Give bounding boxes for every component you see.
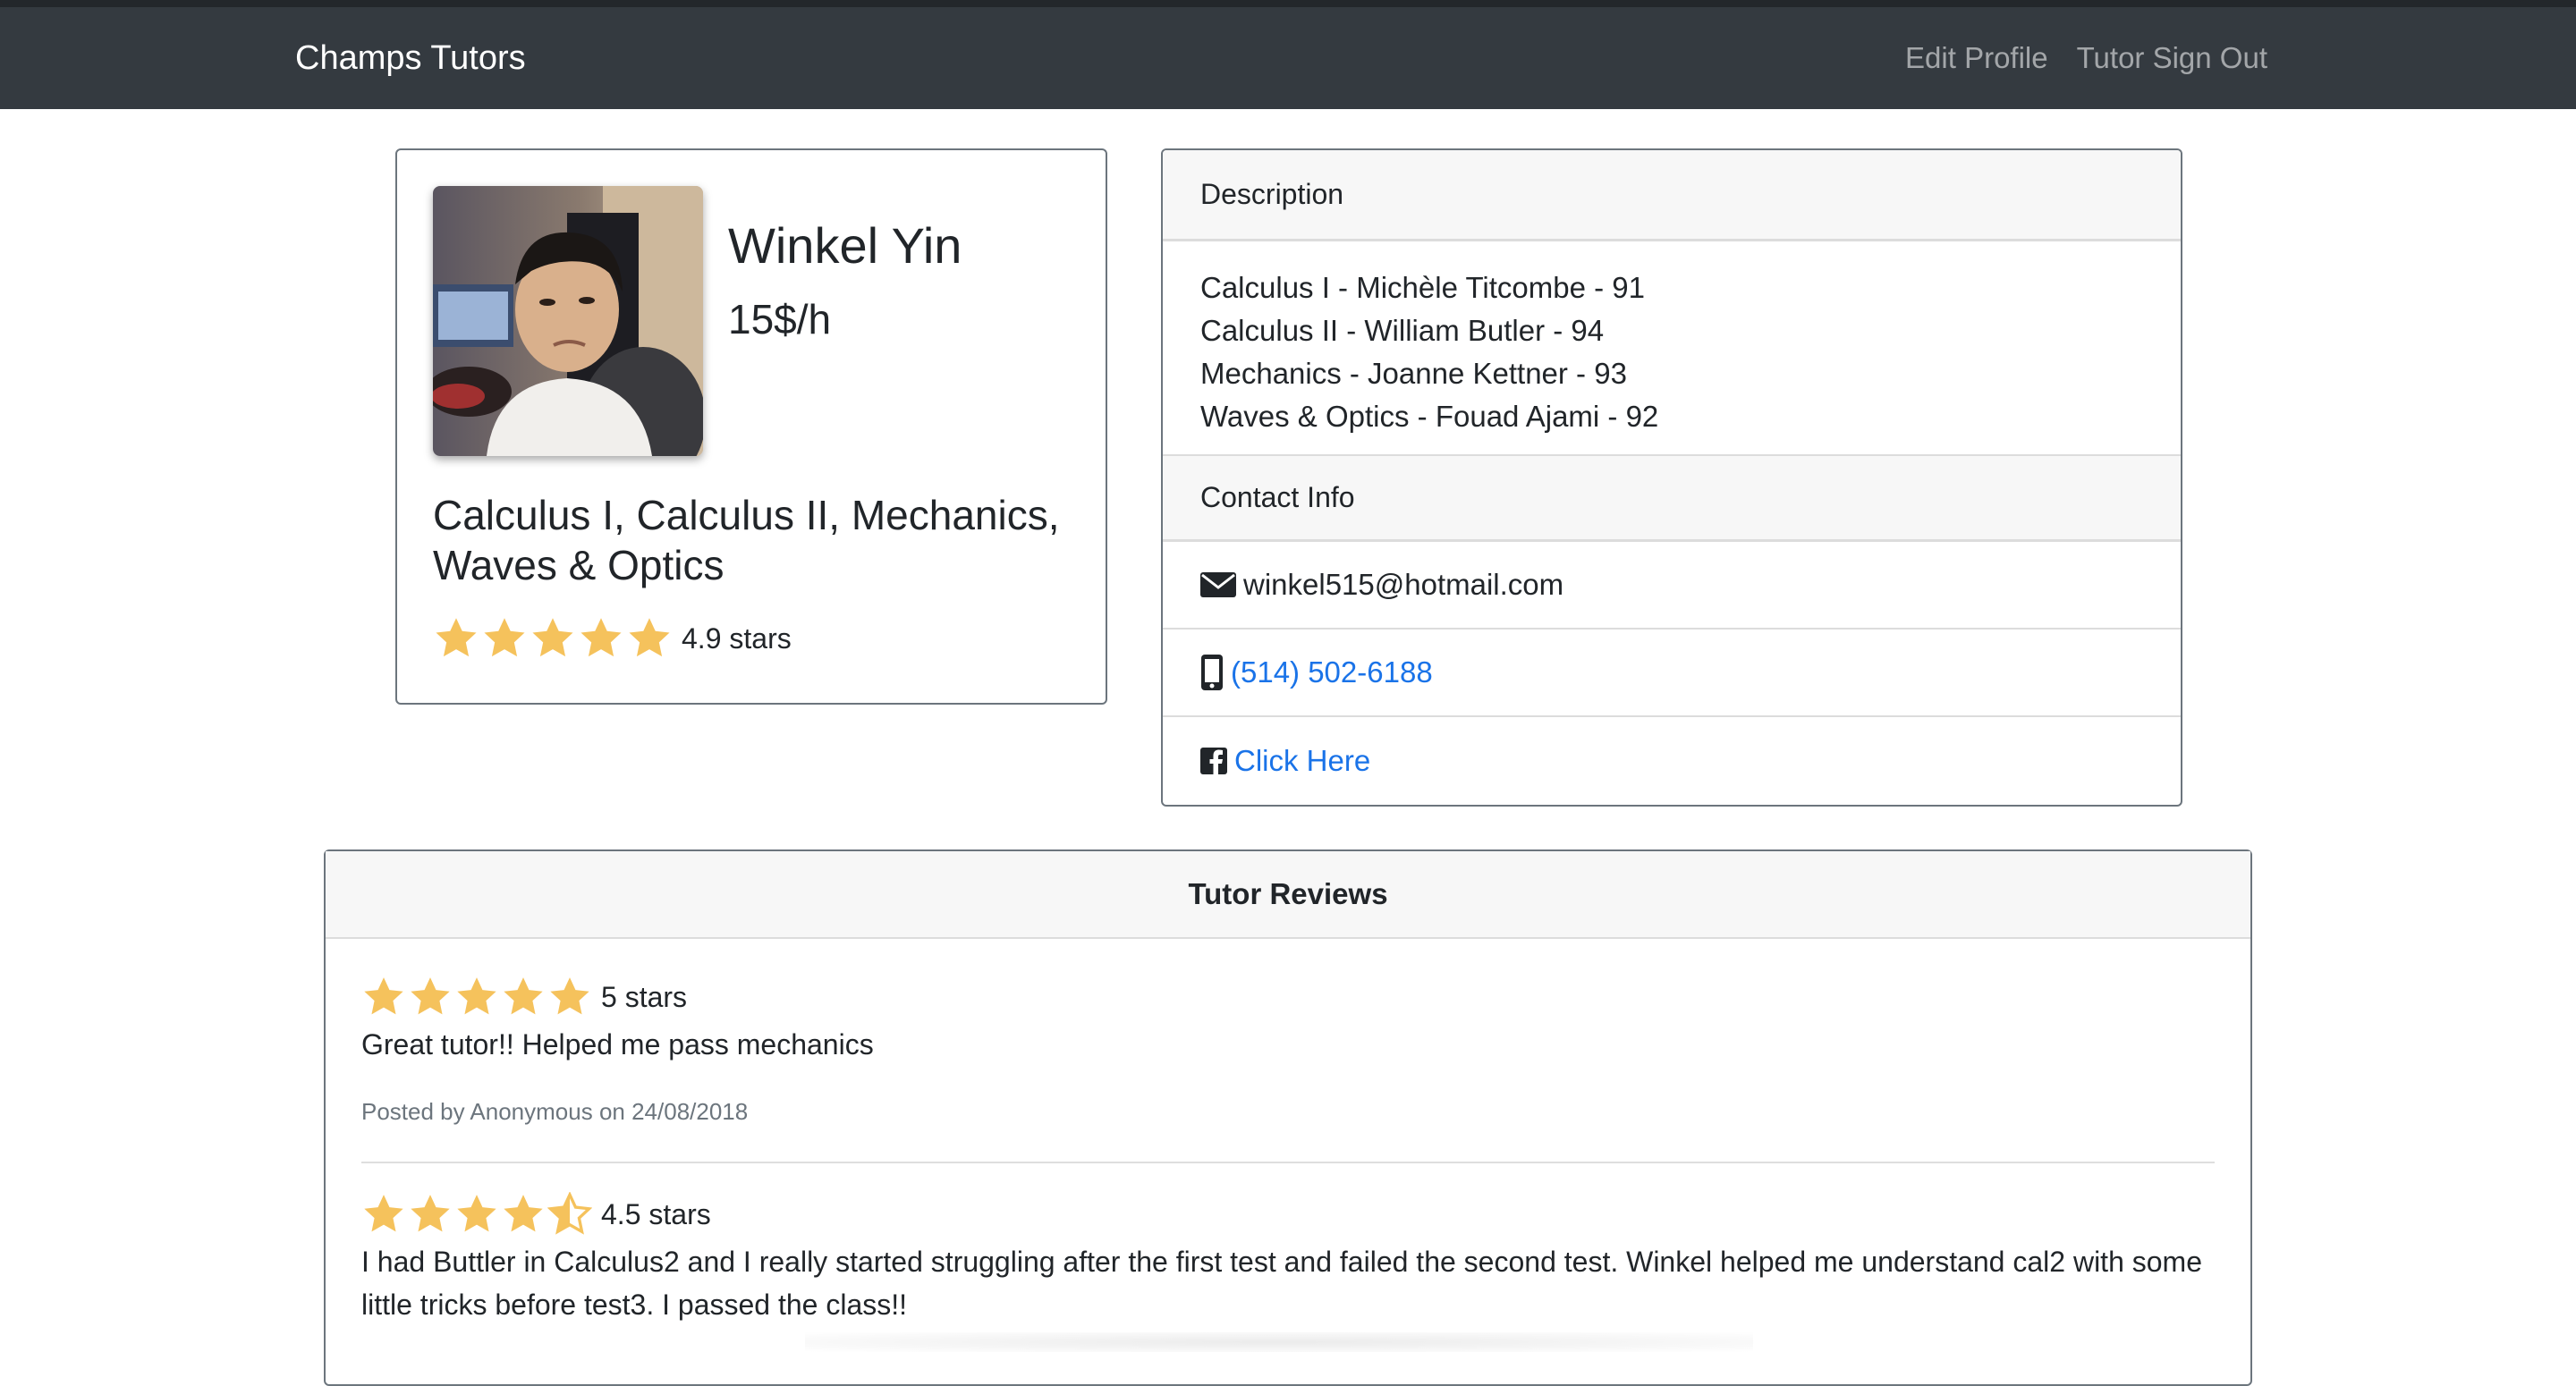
mobile-phone-icon xyxy=(1200,654,1224,691)
contact-phone-row: (514) 502-6188 xyxy=(1163,630,2181,717)
tutor-sign-out-link[interactable]: Tutor Sign Out xyxy=(2077,41,2267,75)
edit-profile-link[interactable]: Edit Profile xyxy=(1905,41,2048,75)
facebook-icon xyxy=(1200,748,1227,774)
description-header: Description xyxy=(1163,150,2181,241)
star-full-icon xyxy=(364,1195,403,1232)
tutor-profile-card: Winkel Yin 15$/h Calculus I, Calculus II… xyxy=(395,148,1107,705)
star-full-icon xyxy=(550,977,589,1015)
description-line: Waves & Optics - Fouad Ajami - 92 xyxy=(1200,400,1659,433)
tutor-rating: 4.9 stars xyxy=(433,615,792,662)
star-full-icon xyxy=(457,977,496,1015)
tutor-subjects: Calculus I, Calculus II, Mechanics, Wave… xyxy=(433,492,1060,588)
description-line: Calculus II - William Butler - 94 xyxy=(1200,314,1605,347)
contact-info-header: Contact Info xyxy=(1163,456,2181,542)
tutor-avatar xyxy=(433,186,703,456)
tutor-reviews-card: Tutor Reviews 5 stars Great tutor!! Help… xyxy=(324,849,2252,1386)
contact-facebook-row: Click Here xyxy=(1163,717,2181,805)
description-line: Mechanics - Joanne Kettner - 93 xyxy=(1200,357,1627,390)
star-full-icon xyxy=(484,618,525,657)
facebook-link[interactable]: Click Here xyxy=(1234,744,1370,778)
star-full-icon xyxy=(411,977,450,1015)
review-item: 5 stars Great tutor!! Helped me pass mec… xyxy=(361,939,2215,1162)
top-navbar: Champs Tutors Edit Profile Tutor Sign Ou… xyxy=(0,0,2576,109)
star-full-icon xyxy=(580,618,622,657)
star-rating xyxy=(433,615,673,662)
review-text: I had Buttler in Calculus2 and I really … xyxy=(361,1246,2202,1321)
tutor-rate: 15$/h xyxy=(728,296,832,342)
envelope-icon xyxy=(1200,570,1236,599)
nav-links: Edit Profile Tutor Sign Out xyxy=(1905,41,2267,75)
contact-phone-link[interactable]: (514) 502-6188 xyxy=(1231,655,1433,689)
star-half-icon xyxy=(547,1192,592,1235)
star-full-icon xyxy=(629,618,670,657)
star-full-icon xyxy=(364,977,403,1015)
rating-text: 5 stars xyxy=(601,980,688,1013)
star-full-icon xyxy=(457,1195,496,1232)
brand-link[interactable]: Champs Tutors xyxy=(295,39,526,78)
review-item: 4.5 stars I had Buttler in Calculus2 and… xyxy=(361,1162,2215,1326)
star-full-icon xyxy=(504,977,543,1015)
star-full-icon xyxy=(411,1195,450,1232)
rating-text: 4.9 stars xyxy=(682,621,792,655)
star-full-icon xyxy=(436,618,477,657)
review-meta: Posted by Anonymous on 24/08/2018 xyxy=(361,1098,749,1125)
reviews-header: Tutor Reviews xyxy=(326,851,2250,939)
star-full-icon xyxy=(532,618,573,657)
description-line: Calculus I - Michèle Titcombe - 91 xyxy=(1200,271,1646,304)
description-body: Calculus I - Michèle Titcombe - 91 Calcu… xyxy=(1163,241,2181,456)
star-full-icon xyxy=(504,1195,543,1232)
review-rating: 4.5 stars xyxy=(361,1192,2215,1237)
review-text: Great tutor!! Helped me pass mechanics xyxy=(361,1028,874,1061)
tutor-info-card: Description Calculus I - Michèle Titcomb… xyxy=(1161,148,2182,807)
star-rating xyxy=(361,1192,592,1237)
star-rating xyxy=(361,975,592,1019)
tutor-name: Winkel Yin xyxy=(728,217,962,274)
contact-email-row: winkel515@hotmail.com xyxy=(1163,542,2181,630)
review-rating: 5 stars xyxy=(361,975,2215,1019)
scroll-shadow xyxy=(805,1332,1753,1352)
rating-text: 4.5 stars xyxy=(601,1197,711,1230)
contact-email: winkel515@hotmail.com xyxy=(1243,568,1564,601)
